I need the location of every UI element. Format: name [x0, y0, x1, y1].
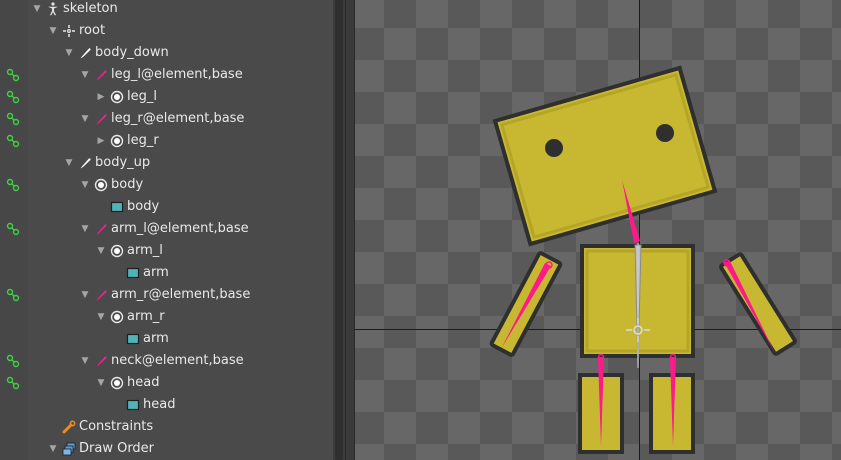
expanded-arrow-icon[interactable]: ▼: [48, 20, 58, 42]
draw-order-icon: [62, 442, 76, 456]
expanded-arrow-icon[interactable]: ▼: [80, 284, 90, 306]
slot-icon: [110, 376, 124, 390]
expanded-arrow-icon[interactable]: ▼: [32, 0, 42, 20]
bone-icon: [94, 222, 108, 236]
constraints-icon: [62, 420, 76, 434]
tree-row-label: arm_r: [127, 309, 165, 324]
tree-row[interactable]: head: [0, 394, 333, 416]
tree-row[interactable]: ▼ Draw Order: [0, 438, 333, 460]
link-icon[interactable]: [6, 288, 20, 302]
tree-panel: ▼ skeleton ▼ root ▼ body_down ▼ leg_l@element,b…: [0, 0, 333, 460]
tree-row[interactable]: ▼ arm_r@element,base: [0, 284, 333, 306]
expanded-arrow-icon[interactable]: ▼: [80, 64, 90, 86]
tree-row-label: body: [111, 177, 144, 192]
tree-row-label: head: [143, 397, 176, 412]
tree-row-label: skeleton: [63, 1, 118, 16]
panel-splitter[interactable]: [345, 0, 355, 460]
link-icon[interactable]: [6, 222, 20, 236]
expanded-arrow-icon[interactable]: ▼: [96, 306, 106, 328]
tree-row[interactable]: arm: [0, 328, 333, 350]
tree-row-label: leg_l: [127, 89, 157, 104]
link-icon[interactable]: [6, 376, 20, 390]
slot-icon: [110, 244, 124, 258]
tree-row[interactable]: ▼ head: [0, 372, 333, 394]
tree-row-label: neck@element,base: [111, 353, 244, 368]
tree-scrollbar[interactable]: [333, 0, 345, 460]
slot-icon: [110, 310, 124, 324]
tree-row[interactable]: arm: [0, 262, 333, 284]
tree-row[interactable]: body: [0, 196, 333, 218]
tree-row[interactable]: ▼ neck@element,base: [0, 350, 333, 372]
tree-row[interactable]: ▼ body_up: [0, 152, 333, 174]
image-icon: [126, 398, 140, 412]
expanded-arrow-icon[interactable]: ▼: [80, 218, 90, 240]
tree-row-label: body_down: [95, 45, 169, 60]
tree-row-label: arm: [143, 331, 169, 346]
expanded-arrow-icon[interactable]: ▼: [80, 174, 90, 196]
tree-row-label: root: [79, 23, 106, 38]
tree-row-label: arm: [143, 265, 169, 280]
tree-row-label: arm_r@element,base: [111, 287, 251, 302]
bone-icon: [78, 46, 92, 60]
slot-icon: [94, 178, 108, 192]
tree-row-label: leg_r: [127, 133, 159, 148]
slot-icon: [110, 134, 124, 148]
expanded-arrow-icon[interactable]: ▼: [80, 108, 90, 130]
tree-row[interactable]: ▼ root: [0, 20, 333, 42]
expanded-arrow-icon[interactable]: ▼: [96, 372, 106, 394]
tree-row[interactable]: ▼ arm_l: [0, 240, 333, 262]
bone-icon: [94, 288, 108, 302]
tree-row[interactable]: ▼ leg_r@element,base: [0, 108, 333, 130]
image-icon: [110, 200, 124, 214]
tree-row-label: Draw Order: [79, 441, 155, 456]
link-icon[interactable]: [6, 178, 20, 192]
tree-row-label: body: [127, 199, 160, 214]
tree-row-label: leg_l@element,base: [111, 67, 243, 82]
tree-row[interactable]: ▼ leg_l@element,base: [0, 64, 333, 86]
tree-row[interactable]: ▶ leg_l: [0, 86, 333, 108]
tree-scrollbar-thumb[interactable]: [335, 0, 343, 460]
root-bone-icon: [62, 24, 76, 38]
link-icon[interactable]: [6, 134, 20, 148]
tree-row-label: arm_l: [127, 243, 163, 258]
expanded-arrow-icon[interactable]: ▼: [48, 438, 58, 460]
tree-row[interactable]: ▼ arm_l@element,base: [0, 218, 333, 240]
link-icon[interactable]: [6, 354, 20, 368]
link-icon[interactable]: [6, 90, 20, 104]
bone-icon: [94, 354, 108, 368]
collapsed-arrow-icon[interactable]: ▶: [96, 130, 106, 152]
viewport-canvas[interactable]: [355, 0, 841, 460]
expanded-arrow-icon[interactable]: ▼: [80, 350, 90, 372]
bone-icon: [78, 156, 92, 170]
tree-row-label: arm_l@element,base: [111, 221, 249, 236]
tree-row[interactable]: ▼ arm_r: [0, 306, 333, 328]
tree-row-label: leg_r@element,base: [111, 111, 245, 126]
collapsed-arrow-icon[interactable]: ▶: [96, 86, 106, 108]
bone-icon: [94, 68, 108, 82]
link-icon[interactable]: [6, 112, 20, 126]
viewport[interactable]: [355, 0, 841, 460]
expanded-arrow-icon[interactable]: ▼: [64, 42, 74, 64]
right-eye: [656, 124, 674, 142]
left-eye: [545, 139, 563, 157]
expanded-arrow-icon[interactable]: ▼: [64, 152, 74, 174]
link-icon[interactable]: [6, 68, 20, 82]
tree-row[interactable]: ▼ body_down: [0, 42, 333, 64]
slot-icon: [110, 90, 124, 104]
image-icon: [126, 332, 140, 346]
tree-row[interactable]: ▼ skeleton: [0, 0, 333, 20]
image-icon: [126, 266, 140, 280]
tree-row[interactable]: ▶ leg_r: [0, 130, 333, 152]
bone-icon: [94, 112, 108, 126]
tree-row-label: head: [127, 375, 160, 390]
tree-row-label: body_up: [95, 155, 151, 170]
skeleton-icon: [46, 2, 60, 16]
tree-row[interactable]: Constraints: [0, 416, 333, 438]
expanded-arrow-icon[interactable]: ▼: [96, 240, 106, 262]
tree-row-label: Constraints: [79, 419, 154, 434]
tree-row[interactable]: ▼ body: [0, 174, 333, 196]
